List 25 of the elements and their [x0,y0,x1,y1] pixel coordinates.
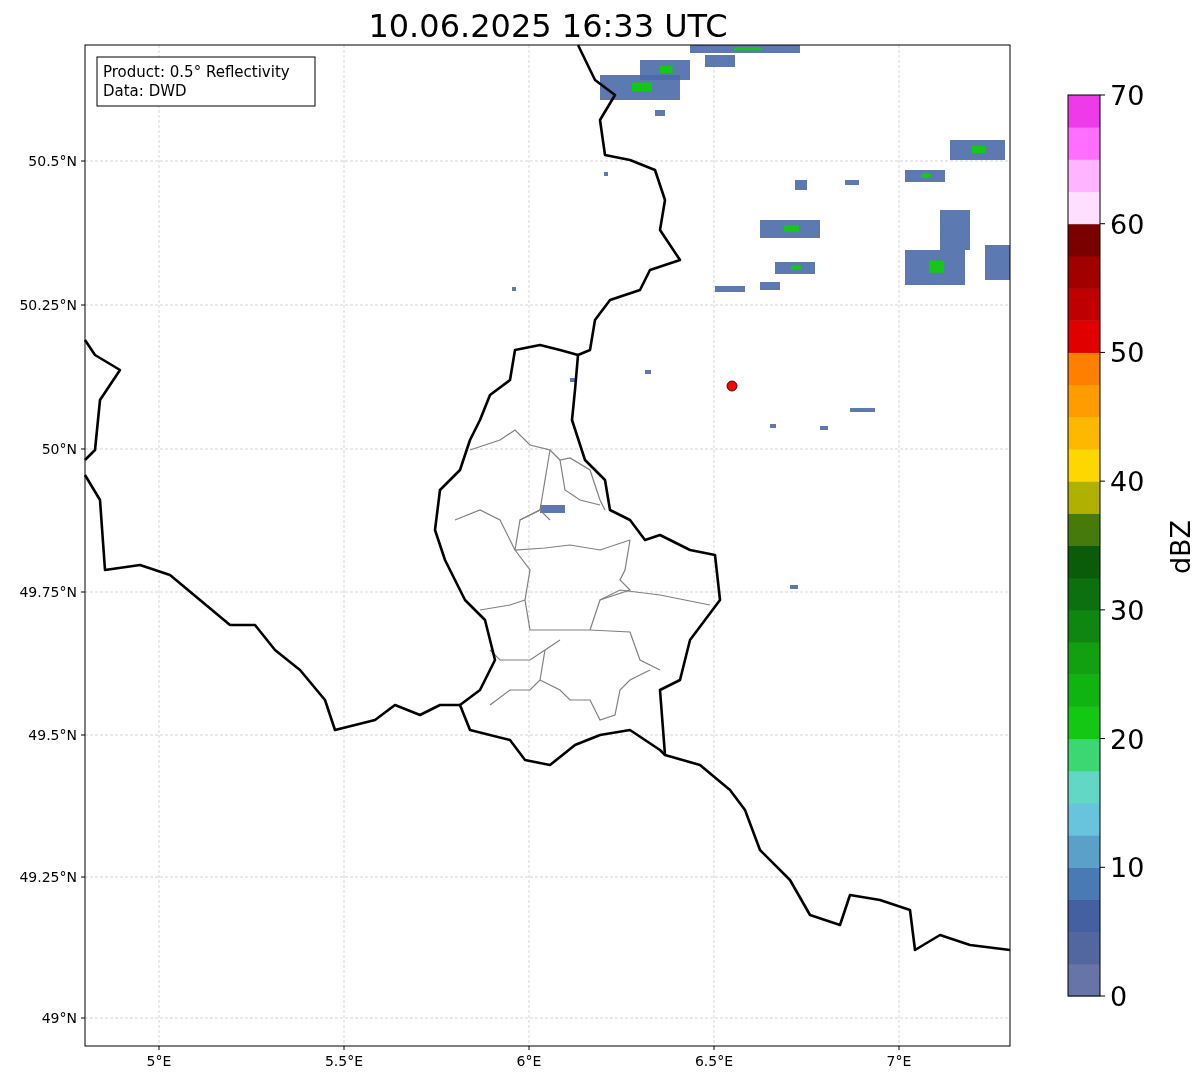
info-text: Product: 0.5° Reflectivity [103,63,290,81]
latitude-tick-label: 49.75°N [19,584,77,600]
colorbar-tick-label: 50 [1110,337,1145,369]
colorbar-tick-label: 40 [1110,466,1145,498]
station-marker [726,380,738,392]
latitude-tick-label: 50.25°N [19,297,77,313]
latitude-tick-label: 49°N [41,1010,77,1026]
longitude-tick-label: 6.5°E [694,1053,734,1069]
longitude-tick-label: 6°E [516,1053,542,1069]
colorbar-tick-label: 60 [1110,208,1145,240]
colorbar-tick-label: 10 [1110,852,1145,884]
colorbar-label: dBZ [1165,519,1196,575]
longitude-tick-label: 5.5°E [324,1053,364,1069]
latitude-tick-label: 49.5°N [28,727,77,743]
latitude-tick-label: 50°N [41,441,77,457]
latitude-tick-label: 49.25°N [19,869,77,885]
info-text: Data: DWD [103,82,187,100]
colorbar-tick-label: 70 [1110,80,1145,111]
longitude-tick-label: 7°E [886,1053,912,1069]
longitude-tick-label: 5°E [146,1053,172,1069]
figure-title: 10.06.2025 16:33 UTC [368,7,728,45]
colorbar-tick-label: 0 [1110,981,1128,1012]
colorbar-tick-label: 30 [1110,594,1145,626]
latitude-tick-label: 50.5°N [28,153,77,169]
colorbar-tick-label: 20 [1110,723,1145,755]
